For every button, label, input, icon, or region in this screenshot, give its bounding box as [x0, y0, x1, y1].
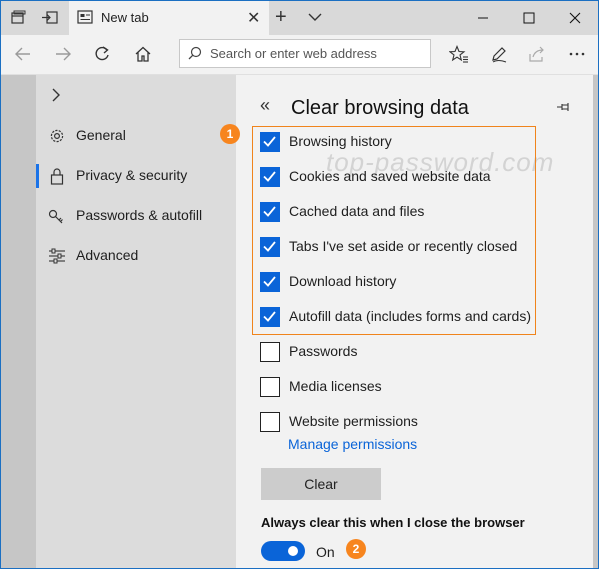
checkbox-media-licenses[interactable]: Media licenses: [260, 377, 580, 399]
always-clear-toggle[interactable]: [261, 541, 305, 561]
close-window-icon[interactable]: [552, 1, 598, 35]
chevron-right-icon[interactable]: [50, 87, 62, 108]
active-tab[interactable]: New tab ✕: [69, 1, 269, 35]
toggle-state-label: On: [316, 544, 335, 560]
checkbox-checked[interactable]: [260, 307, 280, 327]
pen-icon[interactable]: [487, 43, 511, 65]
new-tab-icon[interactable]: +: [275, 6, 287, 29]
sidebar-item-advanced[interactable]: Advanced: [36, 239, 236, 273]
panel-title: Clear browsing data: [291, 97, 469, 119]
new-tab-page-icon: [77, 10, 93, 29]
checkbox-unchecked[interactable]: [260, 377, 280, 397]
page-background-right: [593, 75, 598, 568]
maximize-icon[interactable]: [506, 1, 552, 35]
page-background: [1, 75, 36, 568]
checkbox-cookies[interactable]: Cookies and saved website data: [260, 167, 580, 189]
clear-button[interactable]: Clear: [261, 468, 381, 500]
chevron-down-icon[interactable]: [307, 7, 323, 32]
sidebar-item-label: General: [76, 127, 126, 143]
checkbox-autofill-data[interactable]: Autofill data (includes forms and cards): [260, 307, 580, 329]
always-clear-label: Always clear this when I close the brows…: [261, 515, 525, 530]
sliders-icon: [48, 247, 66, 265]
checkbox-checked[interactable]: [260, 237, 280, 257]
annotation-badge-2: 2: [346, 539, 366, 559]
checkbox-checked[interactable]: [260, 272, 280, 292]
set-aside-tabs-icon[interactable]: [39, 8, 61, 28]
checkbox-label: Passwords: [289, 343, 358, 359]
lock-icon: [48, 167, 66, 185]
checkbox-label: Autofill data (includes forms and cards): [289, 308, 531, 324]
checkbox-checked[interactable]: [260, 167, 280, 187]
checkbox-label: Tabs I've set aside or recently closed: [289, 238, 518, 254]
checkbox-label: Browsing history: [289, 133, 392, 149]
forward-arrow-icon[interactable]: [51, 43, 75, 65]
checkbox-download-history[interactable]: Download history: [260, 272, 580, 294]
checkbox-label: Cookies and saved website data: [289, 168, 491, 184]
navigation-bar: [1, 35, 598, 75]
checkbox-website-permissions[interactable]: Website permissions: [260, 412, 580, 434]
search-icon: [188, 46, 202, 65]
more-options-icon[interactable]: [565, 43, 589, 65]
checkbox-label: Website permissions: [289, 413, 418, 429]
favorites-icon[interactable]: [447, 43, 471, 65]
sidebar-item-passwords-autofill[interactable]: Passwords & autofill: [36, 199, 236, 233]
checkbox-label: Cached data and files: [289, 203, 425, 219]
minimize-icon[interactable]: [460, 1, 506, 35]
checkbox-unchecked[interactable]: [260, 342, 280, 362]
manage-permissions-link[interactable]: Manage permissions: [288, 436, 417, 452]
checkbox-label: Media licenses: [289, 378, 382, 394]
sidebar-item-general[interactable]: General: [36, 119, 236, 153]
tab-title: New tab: [101, 10, 149, 25]
sidebar-item-privacy-security[interactable]: Privacy & security: [36, 159, 236, 193]
checkbox-checked[interactable]: [260, 202, 280, 222]
share-icon[interactable]: [525, 43, 549, 65]
annotation-badge-1: 1: [220, 124, 240, 144]
checkbox-cached-data[interactable]: Cached data and files: [260, 202, 580, 224]
checkbox-checked[interactable]: [260, 132, 280, 152]
address-bar[interactable]: [179, 39, 431, 68]
home-icon[interactable]: [131, 43, 155, 65]
checkbox-browsing-history[interactable]: Browsing history: [260, 132, 580, 154]
checkbox-label: Download history: [289, 273, 397, 289]
gear-icon: [48, 127, 66, 145]
back-chevron-icon[interactable]: «: [260, 95, 270, 116]
sidebar-item-label: Passwords & autofill: [76, 207, 203, 223]
title-bar: New tab ✕ +: [1, 1, 598, 35]
checkbox-tabs-set-aside[interactable]: Tabs I've set aside or recently closed: [260, 237, 580, 259]
sidebar-item-label: Privacy & security: [76, 167, 188, 183]
key-icon: [48, 207, 66, 225]
tab-actions-icon[interactable]: [7, 8, 29, 28]
browser-window: New tab ✕ + Search or enter web address …: [0, 0, 599, 569]
annotation-highlight-box: [252, 126, 536, 335]
selection-indicator: [36, 164, 39, 188]
close-tab-icon[interactable]: ✕: [247, 8, 260, 28]
back-arrow-icon[interactable]: [11, 43, 35, 65]
toggle-knob: [288, 546, 298, 556]
pin-icon[interactable]: [556, 100, 572, 118]
sidebar-item-label: Advanced: [76, 247, 139, 263]
checkbox-passwords[interactable]: Passwords: [260, 342, 580, 364]
address-input[interactable]: [208, 45, 427, 62]
clear-browsing-data-panel: « Clear browsing data top-password.com B…: [236, 75, 593, 568]
settings-sidebar: General Privacy & security Passwords & a…: [36, 75, 236, 568]
refresh-icon[interactable]: [90, 43, 114, 65]
checkbox-unchecked[interactable]: [260, 412, 280, 432]
